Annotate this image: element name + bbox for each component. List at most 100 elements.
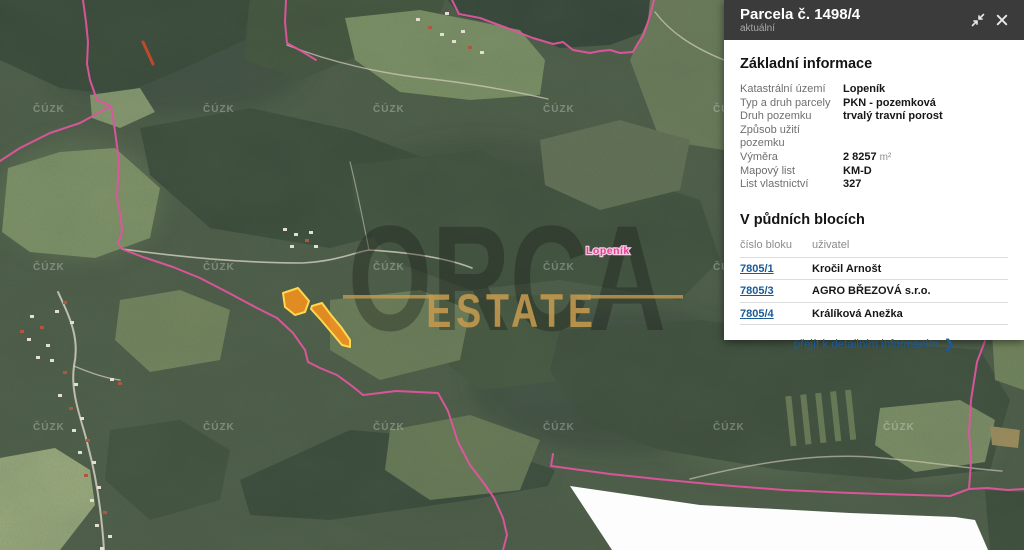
block-row: 7805/1 Kročil Arnošt [740,258,1008,281]
tile-watermark: ČÚZK [203,260,235,273]
panel-header: Parcela č. 1498/4 aktuální [724,0,1024,40]
tile-watermark: ČÚZK [203,102,235,115]
tile-watermark: ČÚZK [33,420,65,433]
house-dot [480,51,484,54]
info-value: trvalý travní porost [843,110,943,124]
house-dot [108,535,112,538]
collapse-icon [971,13,985,27]
house-dot [63,301,67,304]
info-row: List vlastnictví327 [740,178,1008,192]
info-row: Typ a druh parcelyPKN - pozemková [740,97,1008,111]
tile-watermark: ČÚZK [373,420,405,433]
place-label: Lopeník [586,245,630,257]
block-user: Kročil Arnošt [812,263,881,275]
house-dot [92,461,96,464]
column-block-number: číslo bloku [740,239,812,251]
house-dot [468,46,472,49]
house-dot [314,245,318,248]
house-dot [97,486,101,489]
info-value: KM-D [843,165,872,179]
house-dot [40,326,44,329]
collapse-button[interactable] [966,8,990,32]
tile-watermark: ČÚZK [33,102,65,115]
tile-watermark: ČÚZK [543,102,575,115]
block-number-link[interactable]: 7805/3 [740,285,774,297]
house-dot [27,338,31,341]
brand-watermark-bottom: ESTATE [426,285,598,338]
house-dot [294,233,298,236]
house-dot [452,40,456,43]
house-dot [80,417,84,420]
info-row: Katastrální územíLopeník [740,83,1008,97]
tile-watermark: ČÚZK [33,260,65,273]
block-number-link[interactable]: 7805/4 [740,308,774,320]
info-label: Způsob užití pozemku [740,124,843,151]
house-dot [110,378,114,381]
block-user: Králíková Anežka [812,308,903,320]
info-label: List vlastnictví [740,178,843,192]
block-row: 7805/4 Králíková Anežka [740,303,1008,326]
panel-subtitle: aktuální [740,23,966,34]
house-dot [428,26,432,29]
info-unit: m² [880,151,892,165]
house-dot [86,439,90,442]
map-application: ČÚZK ČÚZK ČÚZK ČÚZK ČÚZK ČÚZK ČÚZK ČÚZK ČÚZK ČÚZK… [0,0,1024,550]
house-dot [78,451,82,454]
brand-watermark: ORCA ESTATE [343,195,683,363]
tile-watermark: ČÚZK [713,420,745,433]
house-dot [55,310,59,313]
basic-info-heading: Základní informace [740,56,1008,72]
column-user: uživatel [812,239,849,251]
info-label: Výměra [740,151,843,165]
house-dot [305,239,309,242]
house-dot [36,356,40,359]
house-dot [46,344,50,347]
info-label: Katastrální území [740,83,843,97]
info-value: 2 8257 [843,151,877,165]
house-dot [283,228,287,231]
house-dot [58,394,62,397]
close-button[interactable] [990,8,1014,32]
house-dot [118,382,122,385]
house-dot [70,321,74,324]
tile-watermark: ČÚZK [203,420,235,433]
blocks-table-rows: 7805/1 Kročil Arnošt 7805/3 AGRO BŘEZOVÁ s.… [740,258,1008,326]
basic-info-rows: Katastrální územíLopeníkTyp a druh parce… [740,83,1008,192]
house-dot [72,429,76,432]
close-icon [996,14,1008,26]
house-dot [30,315,34,318]
parcel-info-panel: Parcela č. 1498/4 aktuální Základní info… [724,0,1024,340]
house-dot [290,245,294,248]
tile-watermark: ČÚZK [373,102,405,115]
house-dot [309,231,313,234]
detail-link-label: přejít k detailním informacím [794,339,938,351]
house-dot [20,330,24,333]
house-dot [445,12,449,15]
house-dot [50,359,54,362]
chevron-right-icon: ❯ [944,337,954,351]
house-dot [90,499,94,502]
block-row: 7805/3 AGRO BŘEZOVÁ s.r.o. [740,280,1008,303]
house-dot [69,407,73,410]
house-dot [95,524,99,527]
info-label: Typ a druh parcely [740,97,843,111]
blocks-heading: V půdních blocích [740,212,1008,228]
info-row: Výměra2 8257m² [740,151,1008,165]
house-dot [461,30,465,33]
info-value: 327 [843,178,861,192]
brand-watermark-right-rule [588,295,683,299]
info-value: PKN - pozemková [843,97,936,111]
tile-watermark: ČÚZK [883,420,915,433]
info-row: Způsob užití pozemku [740,124,1008,151]
block-user: AGRO BŘEZOVÁ s.r.o. [812,285,931,297]
house-dot [63,371,67,374]
info-row: Mapový listKM-D [740,165,1008,179]
house-dot [74,383,78,386]
house-dot [84,474,88,477]
info-value: Lopeník [843,83,885,97]
info-label: Druh pozemku [740,110,843,124]
block-number-link[interactable]: 7805/1 [740,263,774,275]
info-label: Mapový list [740,165,843,179]
detail-link[interactable]: přejít k detailním informacím ❯ [740,337,1008,351]
blocks-table-header: číslo bloku uživatel [740,239,1008,258]
